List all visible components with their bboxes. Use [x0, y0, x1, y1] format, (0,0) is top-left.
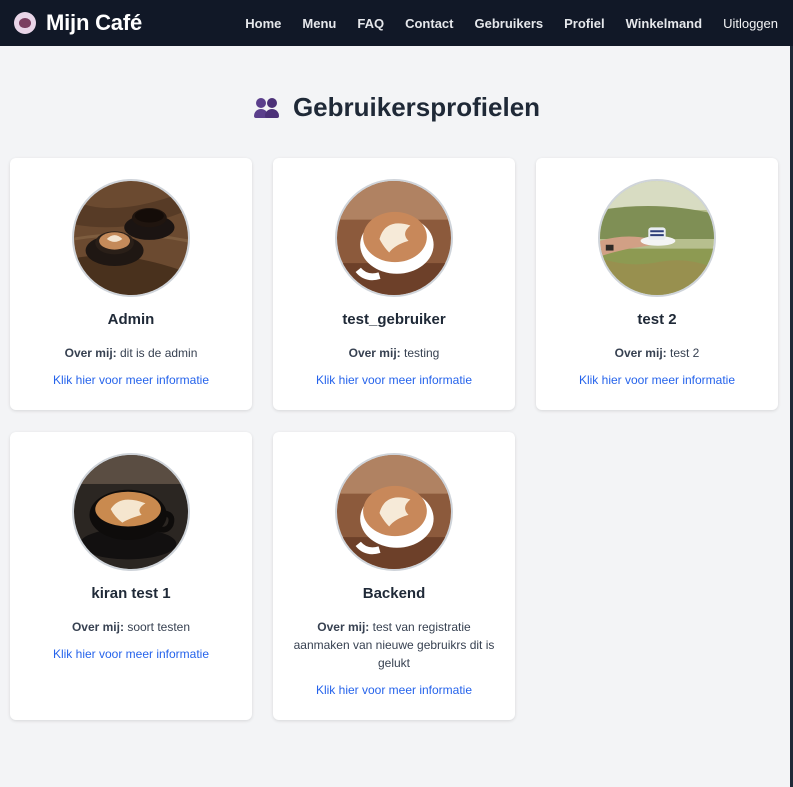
- about-label: Over mij:: [64, 346, 117, 360]
- brand-name: Mijn Café: [46, 10, 142, 35]
- nav-menu[interactable]: Menu: [302, 16, 336, 31]
- user-card: Admin Over mij: dit is de admin Klik hie…: [10, 158, 252, 410]
- user-about: Over mij: dit is de admin: [28, 344, 234, 362]
- espresso-in-hand-icon: [598, 179, 716, 297]
- more-info-link[interactable]: Klik hier voor meer informatie: [10, 647, 252, 661]
- about-text: testing: [404, 346, 440, 360]
- user-name: kiran test 1: [91, 585, 171, 602]
- about-label: Over mij:: [348, 346, 401, 360]
- page-heading: Gebruikersprofielen: [0, 92, 793, 123]
- nav-faq[interactable]: FAQ: [357, 16, 384, 31]
- coffee-cup-icon: [14, 12, 36, 34]
- latte-art-icon: [335, 453, 453, 571]
- navbar: Mijn Café Home Menu FAQ Contact Gebruike…: [0, 0, 793, 46]
- user-name: Backend: [362, 585, 426, 602]
- about-text: dit is de admin: [120, 346, 198, 360]
- user-about: Over mij: test van registratie aanmaken …: [291, 618, 497, 672]
- logout-button[interactable]: Uitloggen: [723, 16, 778, 31]
- about-label: Over mij:: [71, 620, 124, 634]
- latte-art-icon: [335, 179, 453, 297]
- user-card: kiran test 1 Over mij: soort testen Klik…: [10, 432, 252, 720]
- user-card: test_gebruiker Over mij: testing Klik hi…: [273, 158, 515, 410]
- user-card: Backend Over mij: test van registratie a…: [273, 432, 515, 720]
- user-card: test 2 Over mij: test 2 Klik hier voor m…: [536, 158, 778, 410]
- more-info-link[interactable]: Klik hier voor meer informatie: [273, 373, 515, 387]
- more-info-link[interactable]: Klik hier voor meer informatie: [10, 373, 252, 387]
- about-text: test 2: [670, 346, 700, 360]
- more-info-link[interactable]: Klik hier voor meer informatie: [536, 373, 778, 387]
- user-name: test_gebruiker: [342, 311, 446, 328]
- nav-links: Home Menu FAQ Contact Gebruikers Profiel…: [224, 0, 778, 46]
- coffee-table-icon: [72, 179, 190, 297]
- nav-profiel[interactable]: Profiel: [564, 16, 604, 31]
- user-about: Over mij: soort testen: [28, 618, 234, 636]
- brand[interactable]: Mijn Café: [14, 0, 142, 46]
- nav-winkelmand[interactable]: Winkelmand: [626, 16, 702, 31]
- black-cup-latte-icon: [72, 453, 190, 571]
- user-name: Admin: [107, 311, 155, 328]
- user-about: Over mij: test 2: [554, 344, 760, 362]
- users-icon: [253, 96, 281, 120]
- more-info-link[interactable]: Klik hier voor meer informatie: [273, 683, 515, 697]
- about-text: soort testen: [127, 620, 191, 634]
- about-label: Over mij:: [317, 620, 370, 634]
- user-about: Over mij: testing: [291, 344, 497, 362]
- about-label: Over mij:: [614, 346, 667, 360]
- nav-home[interactable]: Home: [245, 16, 281, 31]
- page-title: Gebruikersprofielen: [292, 92, 541, 122]
- nav-contact[interactable]: Contact: [405, 16, 453, 31]
- user-name: test 2: [637, 311, 677, 328]
- nav-gebruikers[interactable]: Gebruikers: [474, 16, 543, 31]
